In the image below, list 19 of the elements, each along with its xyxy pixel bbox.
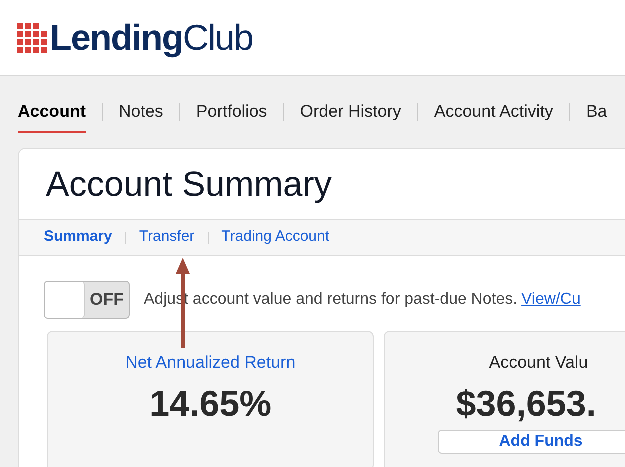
nav-tab[interactable]: Order History xyxy=(300,91,402,133)
logo-wordmark[interactable]: LendingClub xyxy=(50,20,254,56)
add-funds-button[interactable]: Add Funds xyxy=(438,430,625,454)
logo-grid-icon xyxy=(17,22,47,52)
nav-tab[interactable]: Portfolios xyxy=(196,91,268,133)
view-link[interactable]: View/Cu xyxy=(522,288,581,312)
toggle-switch[interactable]: OFF xyxy=(44,281,130,319)
sub-tab[interactable]: Trading Account xyxy=(222,226,330,249)
nav-tab[interactable]: Notes xyxy=(119,91,164,133)
nav-tab[interactable]: Account Activity xyxy=(434,91,554,133)
stat-value: $36,653. xyxy=(456,382,596,426)
stat-value: 14.65% xyxy=(150,382,272,426)
page-title: Account Summary xyxy=(45,164,333,206)
nav-tab[interactable]: Ba xyxy=(586,91,608,133)
sub-tab[interactable]: Summary xyxy=(44,226,112,249)
stat-title: Account Valu xyxy=(489,352,588,374)
stat-title[interactable]: Net Annualized Return xyxy=(126,350,296,376)
nav-tab[interactable]: Account xyxy=(18,91,86,133)
sub-tab[interactable]: Transfer xyxy=(139,226,195,249)
